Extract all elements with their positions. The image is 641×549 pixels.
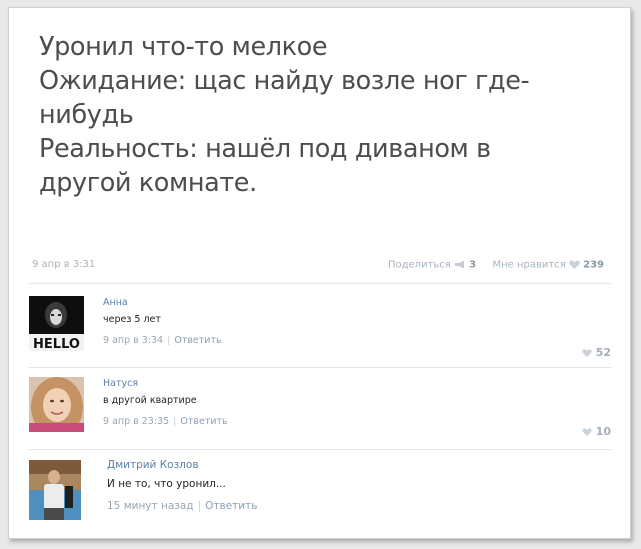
avatar[interactable] — [29, 460, 81, 520]
like-count: 239 — [583, 259, 604, 270]
comment-meta: 9 апр в 3:34 | Ответить — [103, 335, 222, 346]
avatar-image — [29, 460, 81, 520]
heart-icon — [582, 349, 592, 357]
post-line: Ожидание: щас найду возле ног где- — [39, 66, 530, 96]
reply-button[interactable]: Ответить — [180, 416, 227, 427]
divider — [29, 367, 611, 368]
comment-time[interactable]: 15 минут назад — [107, 500, 194, 512]
comment-like-button[interactable]: 10 — [582, 425, 611, 438]
comment-text: через 5 лет — [103, 314, 161, 325]
avatar[interactable] — [29, 377, 84, 432]
post-date[interactable]: 9 апр в 3:31 — [32, 259, 95, 270]
share-label: Поделиться — [387, 259, 451, 270]
comment-body: Натуся в другой квартире 9 апр в 23:35 | О… — [103, 377, 533, 428]
avatar[interactable]: HELLO — [29, 296, 84, 351]
heart-icon — [582, 428, 592, 436]
post-text: Уронил что-то мелкое Ожидание: щас найду… — [39, 30, 614, 200]
reply-button[interactable]: Ответить — [205, 500, 257, 512]
comment-time[interactable]: 9 апр в 23:35 — [103, 416, 169, 427]
comment-body: Дмитрий Козлов И не то, что уронил... 15… — [107, 458, 537, 513]
divider — [29, 449, 611, 450]
post-actions: Поделиться 3 Мне нравится 239 — [388, 259, 604, 271]
heart-icon — [569, 260, 580, 269]
comment-like-button[interactable]: 52 — [582, 346, 611, 359]
share-button[interactable]: Поделиться 3 — [387, 259, 479, 271]
post-line: Уронил что-то мелкое — [39, 32, 328, 62]
comment-text: в другой квартире — [103, 395, 197, 406]
avatar-image: HELLO — [29, 296, 84, 351]
comment-like-count: 10 — [595, 425, 611, 438]
comment-time[interactable]: 9 апр в 3:34 — [103, 335, 163, 346]
like-button[interactable]: Мне нравится 239 — [492, 259, 605, 271]
avatar-caption: HELLO — [33, 337, 80, 351]
post-line: Реальность: нашёл под диваном в — [39, 134, 491, 164]
comment: Натуся в другой квартире 9 апр в 23:35 | О… — [29, 377, 611, 438]
comment-like-count: 52 — [595, 346, 611, 359]
comment: Дмитрий Козлов И не то, что уронил... 15… — [29, 458, 611, 522]
avatar-image — [29, 377, 84, 432]
like-label: Мне нравится — [492, 259, 566, 270]
comment-text: И не то, что уронил... — [107, 478, 226, 490]
comment-author[interactable]: Анна — [103, 296, 533, 309]
reply-button[interactable]: Ответить — [174, 335, 221, 346]
comment: HELLO Анна через 5 лет 9 апр в 3:34 | Отве… — [29, 296, 611, 359]
comment-author[interactable]: Дмитрий Козлов — [107, 458, 537, 472]
divider — [29, 283, 611, 284]
post-card: Уронил что-то мелкое Ожидание: щас найду… — [8, 7, 631, 539]
share-count: 3 — [469, 259, 477, 270]
post-line: нибудь — [39, 100, 134, 130]
post-meta: 9 апр в 3:31 Поделиться 3 Мне нравится 2… — [32, 259, 604, 273]
comment-meta: 9 апр в 23:35 | Ответить — [103, 416, 228, 427]
comment-body: Анна через 5 лет 9 апр в 3:34 | Ответить — [103, 296, 533, 347]
comment-meta: 15 минут назад | Ответить — [107, 500, 258, 512]
post-line: другой комнате. — [39, 168, 257, 198]
megaphone-icon — [454, 260, 464, 269]
comment-author[interactable]: Натуся — [103, 377, 533, 390]
